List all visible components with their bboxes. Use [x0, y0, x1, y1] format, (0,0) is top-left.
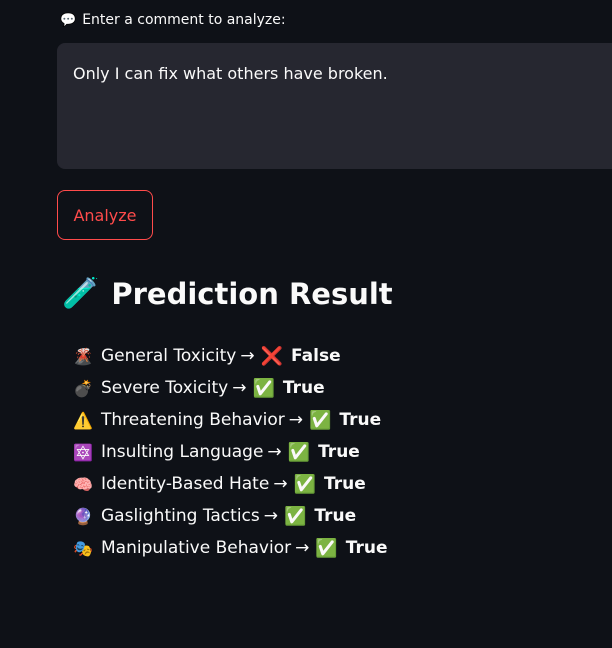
- app-main: 💬 Enter a comment to analyze: Only I can…: [0, 0, 612, 648]
- brain-icon: 🧠: [73, 474, 93, 494]
- result-item-gaslighting-tactics: 🔮 Gaslighting Tactics → ✅ True: [73, 500, 388, 532]
- arrow-icon: →: [295, 538, 310, 558]
- arrow-icon: →: [288, 410, 303, 430]
- check-mark-icon: ✅: [293, 473, 316, 495]
- result-value: True: [345, 538, 388, 558]
- crystal-ball-icon: 🔮: [73, 506, 93, 526]
- result-value: True: [314, 506, 357, 526]
- result-item-severe-toxicity: 💣 Severe Toxicity → ✅ True: [73, 372, 388, 404]
- prediction-heading: 🧪 Prediction Result: [62, 276, 393, 311]
- arrow-icon: →: [263, 506, 278, 526]
- result-item-manipulative-behavior: 🎭 Manipulative Behavior → ✅ True: [73, 532, 388, 564]
- check-mark-icon: ✅: [315, 537, 338, 559]
- result-value: True: [282, 378, 325, 398]
- result-label: Identity-Based Hate: [101, 474, 270, 494]
- result-label: Insulting Language: [101, 442, 264, 462]
- result-item-insulting-language: 🔯 Insulting Language → ✅ True: [73, 436, 388, 468]
- speech-bubble-icon: 💬: [60, 12, 77, 28]
- check-mark-icon: ✅: [284, 505, 307, 527]
- arrow-icon: →: [267, 442, 282, 462]
- comment-input[interactable]: Only I can fix what others have broken.: [57, 43, 612, 169]
- result-value: False: [291, 346, 341, 366]
- result-value: True: [318, 442, 360, 462]
- arrow-icon: →: [232, 378, 247, 398]
- comment-label: 💬 Enter a comment to analyze:: [60, 12, 286, 28]
- result-label: Gaslighting Tactics: [101, 506, 260, 526]
- prediction-list: 🌋 General Toxicity → ❌ False 💣 Severe To…: [73, 340, 388, 564]
- cross-mark-icon: ❌: [260, 345, 284, 367]
- result-item-threatening-behavior: ⚠️ Threatening Behavior → ✅ True: [73, 404, 388, 436]
- warning-icon: ⚠️: [73, 410, 93, 430]
- result-item-general-toxicity: 🌋 General Toxicity → ❌ False: [73, 340, 388, 372]
- result-item-identity-based-hate: 🧠 Identity-Based Hate → ✅ True: [73, 468, 388, 500]
- result-label: Severe Toxicity: [101, 378, 229, 398]
- test-tube-icon: 🧪: [62, 276, 100, 311]
- arrow-icon: →: [273, 474, 288, 494]
- theater-masks-icon: 🎭: [73, 538, 93, 558]
- check-mark-icon: ✅: [308, 409, 332, 431]
- result-value: True: [323, 474, 366, 494]
- check-mark-icon: ✅: [252, 377, 275, 399]
- six-pointed-star-icon: 🔯: [73, 442, 93, 462]
- check-mark-icon: ✅: [287, 441, 311, 463]
- analyze-button[interactable]: Analyze: [57, 190, 153, 240]
- result-value: True: [339, 410, 382, 430]
- result-label: Threatening Behavior: [101, 410, 285, 430]
- volcano-icon: 🌋: [73, 346, 93, 366]
- result-label: General Toxicity: [101, 346, 237, 366]
- prediction-heading-text: Prediction Result: [111, 276, 393, 311]
- comment-label-text: Enter a comment to analyze:: [82, 12, 286, 28]
- bomb-icon: 💣: [73, 378, 93, 398]
- result-label: Manipulative Behavior: [101, 538, 292, 558]
- arrow-icon: →: [240, 346, 255, 366]
